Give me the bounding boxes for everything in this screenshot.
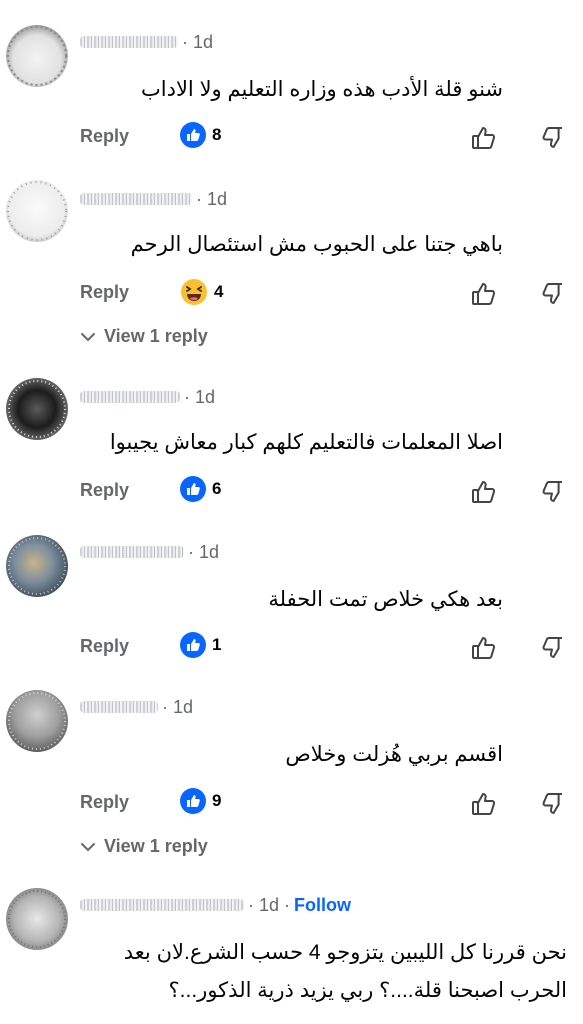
avatar[interactable]	[6, 888, 68, 950]
chevron-down-icon	[81, 842, 95, 851]
reply-button[interactable]: Reply	[80, 480, 129, 501]
reaction-count: 1	[212, 635, 222, 654]
author-name[interactable]	[80, 36, 178, 48]
like-button[interactable]	[470, 634, 498, 667]
like-button[interactable]	[470, 280, 498, 313]
comment-time: · 1d	[184, 386, 216, 407]
avatar[interactable]	[6, 535, 68, 597]
avatar[interactable]	[6, 378, 68, 440]
comment-text: نحن قررنا كل الليبين يتزوجو 4 حسب الشرع.…	[123, 941, 567, 1002]
author-name[interactable]	[80, 193, 192, 205]
avatar[interactable]	[6, 690, 68, 752]
thumbs-up-icon	[472, 283, 496, 305]
comment-author-meta: · 1d	[80, 184, 227, 214]
reply-button[interactable]: Reply	[80, 126, 129, 147]
thumbs-up-icon	[472, 793, 496, 815]
comment-author-meta: · 1d	[80, 692, 193, 722]
reaction-count: 9	[212, 791, 222, 810]
thumbs-up-icon	[472, 637, 496, 659]
reaction-summary[interactable]: 1	[180, 632, 221, 658]
like-reaction-icon	[180, 476, 206, 502]
like-reaction-icon	[180, 632, 206, 658]
thumbs-down-icon	[542, 637, 562, 658]
chevron-down-icon	[81, 332, 95, 341]
thumbs-down-icon	[542, 481, 562, 502]
author-name[interactable]	[80, 546, 184, 558]
comment-author-meta: · 1d	[80, 382, 215, 412]
thumbs-up-icon	[472, 481, 496, 503]
thumbs-up-icon	[472, 127, 496, 149]
like-button[interactable]	[470, 124, 498, 157]
like-button[interactable]	[470, 478, 498, 511]
thumbs-down-icon	[542, 283, 562, 304]
comment-text: شنو قلة الأدب هذه وزاره التعليم ولا الاد…	[140, 78, 503, 101]
reaction-count: 8	[212, 125, 222, 144]
dislike-button[interactable]	[540, 280, 568, 313]
reaction-count: 6	[212, 479, 222, 498]
view-replies-label: View 1 reply	[104, 836, 208, 856]
reply-button[interactable]: Reply	[80, 792, 129, 813]
view-replies-link[interactable]: View 1 reply	[80, 836, 208, 857]
haha-reaction-icon	[181, 279, 207, 305]
comment-actions: Reply 6	[80, 476, 570, 510]
follow-button[interactable]: Follow	[294, 895, 351, 916]
reaction-summary[interactable]: 6	[180, 476, 221, 502]
comment-text: بعد هكي خلاص تمت الحفلة	[268, 588, 503, 611]
comment-author-meta: · 1d	[80, 537, 219, 567]
comment-time: · 1d	[188, 541, 220, 562]
avatar[interactable]	[6, 25, 68, 87]
comment-author-meta: · 1d · Follow	[80, 890, 351, 920]
view-replies-link[interactable]: View 1 reply	[80, 326, 208, 347]
reaction-summary[interactable]: 4	[180, 278, 223, 306]
comment-actions: Reply 1	[80, 632, 570, 666]
comment-actions: Reply 8	[80, 122, 570, 156]
comment-text: باهي جتنا على الحبوب مش استئصال الرحم	[130, 233, 503, 256]
comment-time: · 1d	[162, 696, 194, 717]
like-reaction-icon	[180, 788, 206, 814]
reply-button[interactable]: Reply	[80, 282, 129, 303]
dislike-button[interactable]	[540, 124, 568, 157]
comment-text: اصلا المعلمات فالتعليم كلهم كبار معاش يج…	[109, 431, 503, 454]
comment-text: اقسم بربي هُزلت وخلاص	[285, 743, 503, 766]
like-reaction-icon	[180, 122, 206, 148]
author-name[interactable]	[80, 701, 158, 713]
comment-actions: Reply 4	[80, 278, 570, 312]
thumbs-down-icon	[542, 127, 562, 148]
like-button[interactable]	[470, 790, 498, 823]
reaction-summary[interactable]: 9	[180, 788, 221, 814]
author-name[interactable]	[80, 391, 180, 403]
comment-time: · 1d	[196, 188, 228, 209]
avatar[interactable]	[6, 180, 68, 242]
thumbs-down-icon	[542, 793, 562, 814]
dislike-button[interactable]	[540, 478, 568, 511]
dislike-button[interactable]	[540, 790, 568, 823]
dislike-button[interactable]	[540, 634, 568, 667]
comment-actions: Reply 9	[80, 788, 570, 822]
view-replies-label: View 1 reply	[104, 326, 208, 346]
author-name[interactable]	[80, 899, 244, 911]
comment-author-meta: · 1d	[80, 27, 213, 57]
reaction-summary[interactable]: 8	[180, 122, 221, 148]
comment-time: · 1d	[182, 31, 214, 52]
reply-button[interactable]: Reply	[80, 636, 129, 657]
reaction-count: 4	[214, 282, 224, 301]
comment-time: · 1d ·	[248, 894, 291, 915]
